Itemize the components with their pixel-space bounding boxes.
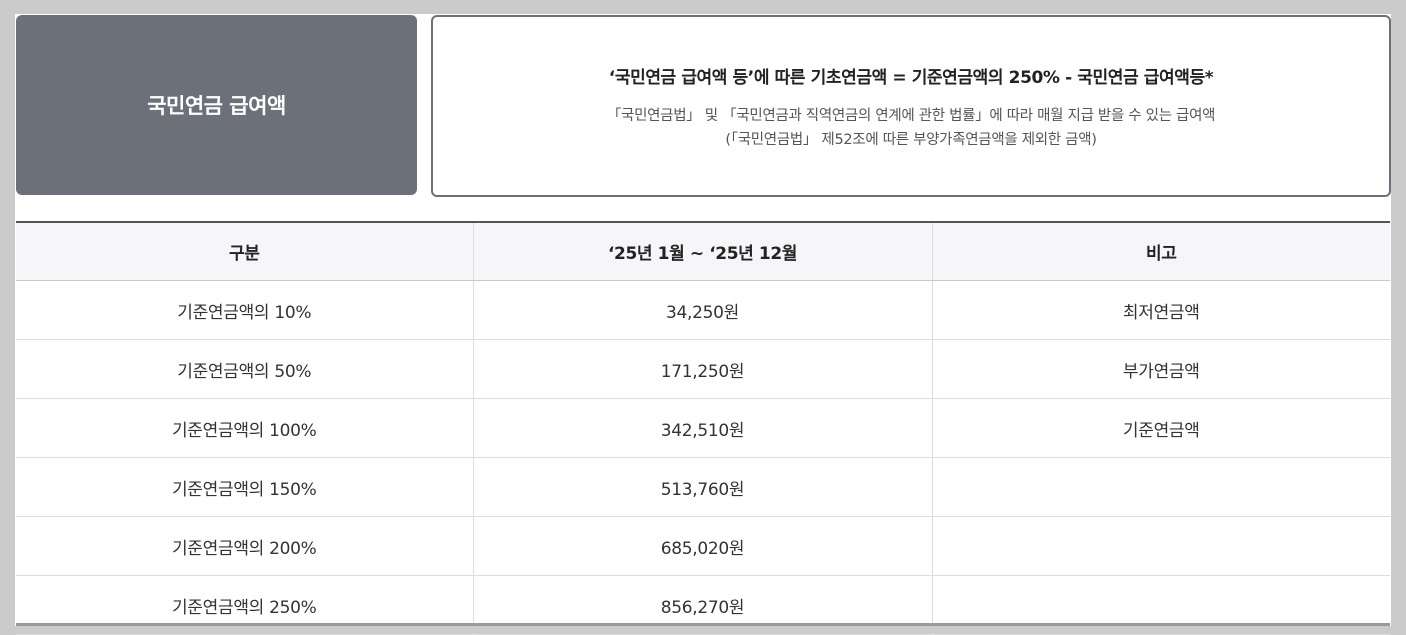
cell-amount: 171,250원 — [472, 339, 932, 399]
table-row: 기준연금액의 150% 513,760원 — [16, 457, 1390, 517]
header-note: 비고 — [931, 223, 1390, 281]
top-margin — [15, 0, 1391, 14]
cell-note — [931, 457, 1390, 517]
formula-title: ‘국민연금 급여액 등’에 따른 기초연금액 = 기준연금액의 250% - 국… — [608, 68, 1214, 88]
cell-category: 기준연금액의 10% — [16, 280, 473, 340]
cell-amount: 34,250원 — [472, 280, 932, 340]
table-row: 기준연금액의 200% 685,020원 — [16, 516, 1390, 576]
bottom-margin — [15, 626, 1391, 633]
cell-note: 부가연금액 — [931, 339, 1390, 399]
cell-amount: 342,510원 — [472, 398, 932, 458]
page: 국민연금 급여액 ‘국민연금 급여액 등’에 따른 기초연금액 = 기준연금액의… — [15, 0, 1391, 635]
header-period: ‘25년 1월 ~ ‘25년 12월 — [472, 223, 932, 281]
cell-category: 기준연금액의 200% — [16, 516, 473, 576]
cell-category: 기준연금액의 150% — [16, 457, 473, 517]
formula-desc-line2: (「국민연금법」 제52조에 따른 부양가족연금액을 제외한 금액) — [725, 132, 1097, 148]
section-label: 국민연금 급여액 — [147, 94, 286, 118]
table-row: 기준연금액의 50% 171,250원 부가연금액 — [16, 339, 1390, 399]
cell-amount: 513,760원 — [472, 457, 932, 517]
amount-table: 구분 ‘25년 1월 ~ ‘25년 12월 비고 기준연금액의 10% 34,2… — [16, 223, 1390, 635]
formula-desc-line1: 「국민연금법」 및 「국민연금과 직역연금의 연계에 관한 법률」에 따라 매월… — [606, 108, 1216, 124]
cell-category: 기준연금액의 100% — [16, 398, 473, 458]
cell-category: 기준연금액의 50% — [16, 339, 473, 399]
cell-note — [931, 516, 1390, 576]
cell-note: 최저연금액 — [931, 280, 1390, 340]
table-header-row: 구분 ‘25년 1월 ~ ‘25년 12월 비고 — [16, 223, 1390, 281]
table-row: 기준연금액의 100% 342,510원 기준연금액 — [16, 398, 1390, 458]
formula-box: ‘국민연금 급여액 등’에 따른 기초연금액 = 기준연금액의 250% - 국… — [431, 15, 1391, 197]
section-label-box: 국민연금 급여액 — [16, 15, 417, 195]
cell-amount: 685,020원 — [472, 516, 932, 576]
formula-description: 「국민연금법」 및 「국민연금과 직역연금의 연계에 관한 법률」에 따라 매월… — [433, 104, 1389, 152]
left-margin — [0, 0, 15, 633]
cell-note: 기준연금액 — [931, 398, 1390, 458]
amount-table-wrap: 구분 ‘25년 1월 ~ ‘25년 12월 비고 기준연금액의 10% 34,2… — [16, 221, 1390, 635]
header-category: 구분 — [16, 223, 473, 281]
table-row: 기준연금액의 10% 34,250원 최저연금액 — [16, 280, 1390, 340]
